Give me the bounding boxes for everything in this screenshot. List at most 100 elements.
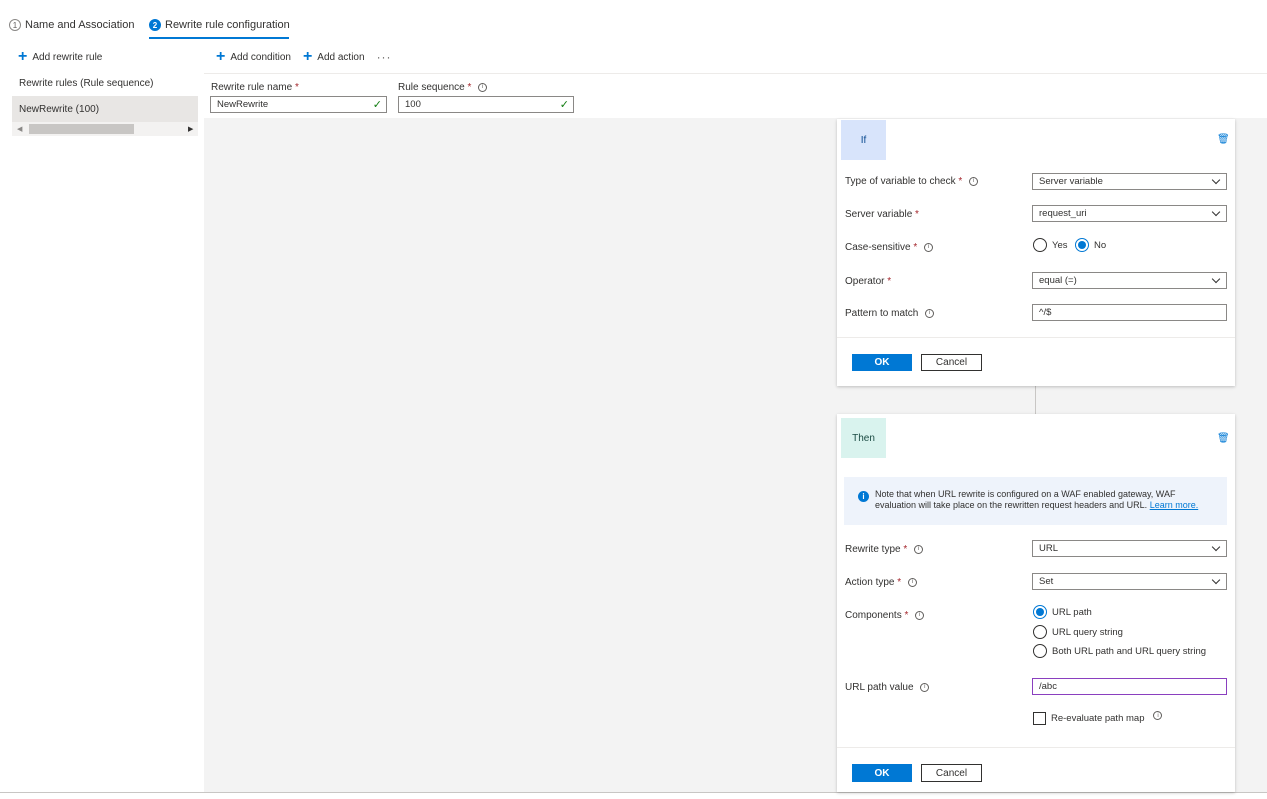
info-icon[interactable]: i — [924, 242, 934, 252]
toolbar: + Add condition + Add action ··· — [216, 49, 392, 65]
type-of-variable-label: Type of variable to check * i — [845, 176, 979, 187]
radio-label: URL path — [1052, 606, 1092, 618]
components-url-query-string-radio[interactable]: URL query string — [1033, 625, 1123, 639]
info-icon[interactable]: i — [915, 610, 925, 620]
rule-sequence-value: 100 — [405, 99, 421, 110]
note-text: Note that when URL rewrite is configured… — [875, 489, 1176, 510]
rule-name-value: NewRewrite — [217, 99, 269, 110]
reevaluate-path-map-checkbox[interactable]: Re-evaluate path map i — [1033, 711, 1163, 725]
info-icon[interactable]: i — [920, 682, 930, 692]
if-ok-button[interactable]: OK — [852, 354, 912, 371]
operator-label: Operator * — [845, 276, 892, 287]
trash-icon[interactable]: 🗑 — [1217, 433, 1230, 444]
info-icon[interactable]: i — [969, 176, 979, 186]
more-options-button[interactable]: ··· — [377, 50, 392, 64]
add-rewrite-rule-button[interactable]: + Add rewrite rule — [18, 49, 102, 65]
url-path-value-input[interactable]: /abc — [1032, 678, 1227, 695]
then-cancel-button[interactable]: Cancel — [921, 764, 982, 782]
radio-label: Yes — [1052, 239, 1068, 251]
action-type-label: Action type * i — [845, 577, 917, 588]
dropdown-value: request_uri — [1039, 208, 1087, 219]
card-footer-divider — [837, 747, 1235, 748]
url-path-value-label: URL path value i — [845, 682, 930, 693]
then-action-card: Then 🗑 i Note that when URL rewrite is c… — [837, 414, 1235, 792]
radio-button[interactable] — [1033, 605, 1047, 619]
info-icon[interactable]: i — [1153, 711, 1163, 720]
server-variable-label: Server variable * — [845, 209, 919, 220]
case-sensitive-no-radio[interactable]: No — [1075, 238, 1106, 252]
radio-label: URL query string — [1052, 626, 1123, 638]
add-rewrite-rule-label: Add rewrite rule — [32, 51, 103, 63]
radio-button[interactable] — [1033, 644, 1047, 658]
add-action-button[interactable]: + Add action — [303, 49, 365, 65]
trash-icon[interactable]: 🗑 — [1217, 134, 1230, 145]
if-cancel-button[interactable]: Cancel — [921, 354, 982, 371]
caret-left-icon[interactable]: ◀ — [17, 125, 22, 133]
waf-note-banner: i Note that when URL rewrite is configur… — [844, 477, 1227, 525]
plus-icon: + — [216, 48, 226, 65]
chevron-down-icon — [1211, 575, 1221, 585]
caret-right-icon[interactable]: ▶ — [188, 125, 193, 133]
chevron-down-icon — [1211, 274, 1221, 284]
radio-button[interactable] — [1033, 625, 1047, 639]
type-of-variable-dropdown[interactable]: Server variable — [1032, 173, 1227, 190]
scrollbar-thumb[interactable] — [29, 124, 134, 134]
rule-list-item[interactable]: NewRewrite (100) — [12, 96, 198, 122]
components-label: Components * i — [845, 610, 925, 621]
tab-rewrite-rule-configuration[interactable]: 2 Rewrite rule configuration — [149, 19, 290, 31]
add-condition-button[interactable]: + Add condition — [216, 49, 291, 65]
components-both-radio[interactable]: Both URL path and URL query string — [1033, 644, 1206, 658]
rule-name-input[interactable]: NewRewrite ✓ — [210, 96, 387, 113]
pattern-to-match-label: Pattern to match i — [845, 308, 935, 319]
tab-name-and-association[interactable]: 1 Name and Association — [9, 19, 134, 31]
then-ok-button[interactable]: OK — [852, 764, 912, 782]
chevron-down-icon — [1211, 175, 1221, 185]
plus-icon: + — [18, 48, 28, 65]
dropdown-value: equal (=) — [1039, 275, 1077, 286]
info-icon[interactable]: i — [478, 82, 488, 92]
tab-label: Name and Association — [25, 19, 135, 31]
url-path-value: /abc — [1039, 681, 1057, 692]
dropdown-value: Server variable — [1039, 176, 1103, 187]
info-icon[interactable]: i — [907, 577, 917, 587]
learn-more-link[interactable]: Learn more. — [1150, 500, 1199, 510]
pattern-value: ^/$ — [1039, 307, 1052, 318]
dropdown-value: URL — [1039, 543, 1059, 554]
if-condition-card: If 🗑 Type of variable to check * i Serve… — [837, 119, 1235, 386]
if-badge: If — [841, 120, 886, 160]
rule-sequence-input[interactable]: 100 ✓ — [398, 96, 574, 113]
check-icon: ✓ — [559, 99, 569, 111]
rule-sequence-label: Rule sequence * i — [398, 82, 488, 93]
rewrite-type-dropdown[interactable]: URL — [1032, 540, 1227, 557]
info-icon: i — [858, 491, 869, 502]
radio-label: No — [1094, 239, 1107, 251]
operator-dropdown[interactable]: equal (=) — [1032, 272, 1227, 289]
rewrite-type-label: Rewrite type * i — [845, 544, 924, 555]
add-action-label: Add action — [317, 51, 365, 63]
radio-button[interactable] — [1075, 238, 1089, 252]
checkbox[interactable] — [1033, 712, 1046, 725]
radio-label: Both URL path and URL query string — [1052, 645, 1207, 657]
note-text-block: Note that when URL rewrite is configured… — [875, 489, 1210, 511]
dropdown-value: Set — [1039, 576, 1054, 587]
step-number: 1 — [9, 19, 21, 31]
info-icon[interactable]: i — [925, 308, 935, 318]
plus-icon: + — [302, 48, 313, 65]
rewrite-rules-title: Rewrite rules (Rule sequence) — [19, 78, 154, 89]
checkbox-label: Re-evaluate path map — [1051, 713, 1145, 724]
rule-item-label: NewRewrite (100) — [19, 103, 100, 115]
radio-button[interactable] — [1033, 238, 1047, 252]
server-variable-dropdown[interactable]: request_uri — [1032, 205, 1227, 222]
pattern-to-match-input[interactable]: ^/$ — [1032, 304, 1227, 321]
action-type-dropdown[interactable]: Set — [1032, 573, 1227, 590]
info-icon[interactable]: i — [914, 544, 924, 554]
card-connector — [1035, 386, 1036, 414]
add-condition-label: Add condition — [230, 51, 291, 63]
case-sensitive-yes-radio[interactable]: Yes — [1033, 238, 1068, 252]
step-number: 2 — [149, 19, 161, 31]
components-url-path-radio[interactable]: URL path — [1033, 605, 1092, 619]
case-sensitive-label: Case-sensitive * i — [845, 242, 934, 253]
chevron-down-icon — [1211, 207, 1221, 217]
horizontal-scrollbar[interactable]: ◀ ▶ — [12, 122, 198, 136]
then-badge: Then — [841, 418, 886, 458]
